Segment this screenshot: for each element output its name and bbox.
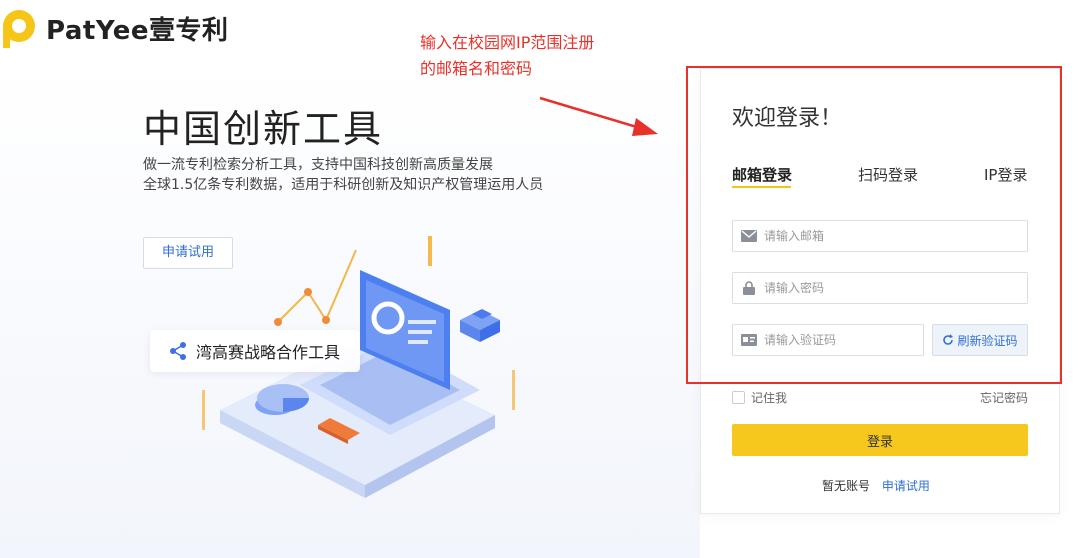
tab-qr-login[interactable]: 扫码登录 bbox=[858, 164, 918, 185]
hero-desc-line-2: 全球1.5亿条专利数据，适用于科研创新及知识产权管理运用人员 bbox=[143, 177, 544, 193]
hero-description: 做一流专利检索分析工具，支持中国科技创新高质量发展 全球1.5亿条专利数据，适用… bbox=[143, 155, 543, 195]
remember-me[interactable]: 记住我 bbox=[732, 389, 787, 406]
annotation-arrow-icon bbox=[539, 96, 658, 136]
login-button[interactable]: 登录 bbox=[732, 424, 1028, 456]
no-account-row: 暂无账号 申请试用 bbox=[822, 477, 930, 494]
annotation-line-2: 的邮箱名和密码 bbox=[420, 59, 533, 78]
remember-me-checkbox[interactable] bbox=[732, 391, 745, 404]
hero-desc-line-1: 做一流专利检索分析工具，支持中国科技创新高质量发展 bbox=[143, 157, 493, 173]
password-input[interactable] bbox=[764, 281, 1004, 295]
login-tabs: 邮箱登录 扫码登录 IP登录 bbox=[732, 164, 1028, 190]
badge-text: 湾高赛战略合作工具 bbox=[196, 343, 341, 362]
no-account-text: 暂无账号 bbox=[822, 479, 871, 493]
welcome-title: 欢迎登录！ bbox=[732, 106, 843, 131]
captcha-input[interactable] bbox=[764, 333, 914, 347]
annotation-text: 输入在校园网IP范围注册 的邮箱名和密码 bbox=[420, 30, 660, 82]
forgot-password-link[interactable]: 忘记密码 bbox=[980, 389, 1028, 406]
tab-email-login[interactable]: 邮箱登录 bbox=[732, 164, 792, 185]
remember-me-label: 记住我 bbox=[751, 391, 788, 405]
partnership-badge: 湾高赛战略合作工具 bbox=[150, 330, 360, 372]
email-input[interactable] bbox=[764, 229, 1004, 243]
laptop-illustration bbox=[202, 236, 515, 498]
refresh-captcha-label: 刷新验证码 bbox=[957, 333, 1018, 348]
id-card-icon bbox=[741, 333, 757, 347]
refresh-icon bbox=[943, 334, 954, 345]
logo-text: PatYee壹专利 bbox=[46, 15, 229, 46]
apply-trial-link[interactable]: 申请试用 bbox=[882, 479, 930, 493]
active-tab-indicator bbox=[732, 186, 791, 188]
annotation-line-1: 输入在校园网IP范围注册 bbox=[420, 33, 595, 52]
patyee-logo-icon bbox=[3, 10, 35, 48]
envelope-icon bbox=[741, 229, 757, 243]
email-field[interactable] bbox=[732, 220, 1028, 252]
share-network-icon bbox=[170, 342, 186, 360]
lock-icon bbox=[741, 281, 757, 295]
tab-ip-login[interactable]: IP登录 bbox=[984, 164, 1027, 185]
refresh-captcha-button[interactable]: 刷新验证码 bbox=[932, 324, 1028, 356]
hero-title: 中国创新工具 bbox=[143, 107, 384, 151]
captcha-field[interactable] bbox=[732, 324, 924, 356]
brand-logo[interactable]: PatYee壹专利 bbox=[0, 6, 229, 50]
password-field[interactable] bbox=[732, 272, 1028, 304]
